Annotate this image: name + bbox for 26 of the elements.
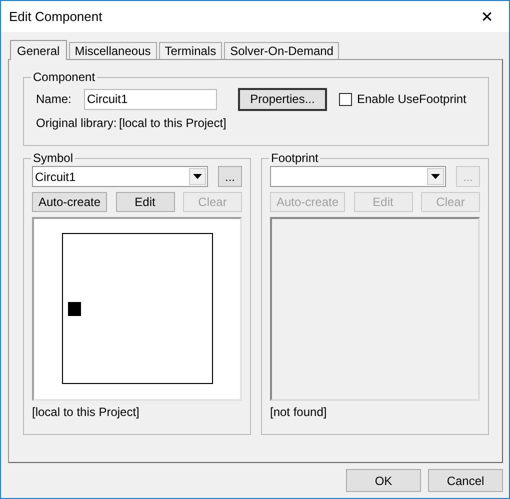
status-caption: [local to this Project] — [32, 405, 140, 419]
name-field[interactable]: Circuit1 — [84, 88, 217, 110]
tab[interactable]: General — [10, 40, 67, 60]
browse-button[interactable]: ... — [218, 166, 242, 187]
library-value: [local to this Project] — [119, 116, 226, 130]
group-label: Component — [32, 70, 96, 84]
tab[interactable]: Terminals — [158, 42, 222, 59]
group-label: Symbol — [32, 151, 74, 165]
caret-icon — [431, 174, 440, 179]
close-button[interactable]: ✕ — [465, 2, 509, 32]
enable-footprint-checkbox[interactable]: Enable UseFootprint — [339, 92, 466, 106]
action-button[interactable]: Edit — [116, 192, 174, 212]
dropdown[interactable]: Circuit1 — [32, 166, 208, 187]
group-label: Footprint — [270, 151, 320, 165]
library-label: Original library: — [36, 116, 118, 130]
name-label: Name: — [35, 92, 72, 106]
ok-button[interactable]: OK — [346, 469, 421, 492]
tab[interactable]: Miscellaneous — [68, 42, 157, 59]
tab[interactable]: Solver-On-Demand — [224, 42, 340, 59]
action-button[interactable]: Auto-create — [32, 192, 107, 212]
properties-button[interactable]: Properties... — [238, 88, 327, 110]
status-caption: [not found] — [270, 405, 327, 419]
caret-icon — [193, 174, 202, 179]
window-title: Edit Component — [9, 9, 102, 24]
cancel-button[interactable]: Cancel — [428, 469, 503, 492]
dropdown[interactable] — [270, 166, 446, 187]
